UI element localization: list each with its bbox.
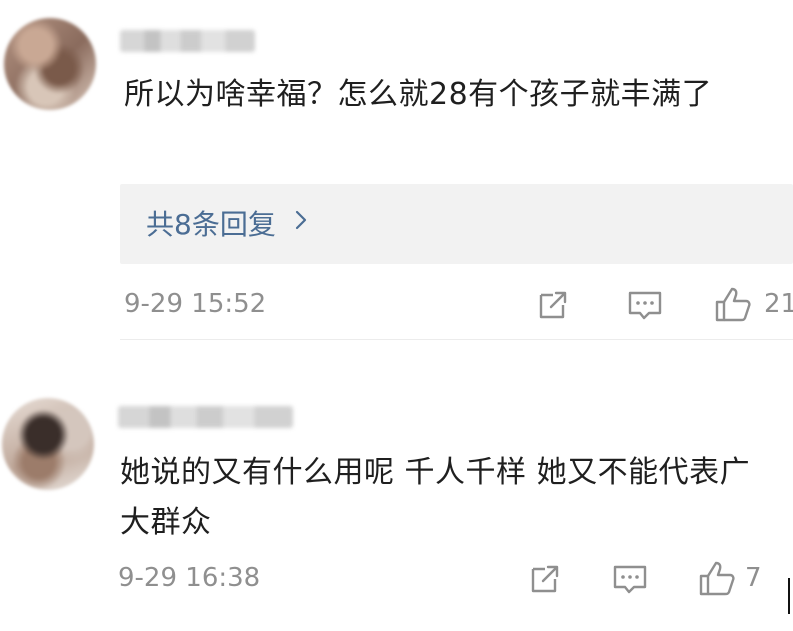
username-blurred[interactable] — [120, 30, 255, 52]
reply-button[interactable] — [625, 285, 665, 325]
user-avatar[interactable] — [4, 18, 96, 110]
like-count: 21 — [764, 289, 793, 319]
share-button[interactable] — [533, 285, 573, 325]
username-blurred[interactable] — [118, 406, 293, 428]
comment-text: 所以为啥幸福？怎么就28有个孩子就丰满了 — [124, 77, 713, 112]
comment-timestamp: 9-29 15:52 — [124, 289, 267, 319]
share-icon — [539, 291, 567, 319]
comment-meta-row: 9-29 15:52 21 — [0, 285, 793, 325]
user-avatar[interactable] — [2, 398, 94, 490]
comment-timestamp: 9-29 16:38 — [118, 563, 261, 593]
share-icon — [531, 565, 559, 593]
comment-item: 她说的又有什么用呢 千人千样 她又不能代表广大群众 9-29 16:38 7 — [0, 340, 793, 631]
scrollbar-edge — [788, 578, 790, 614]
comment-meta-row: 9-29 16:38 7 — [0, 559, 793, 599]
share-button[interactable] — [525, 559, 565, 599]
comment-text: 她说的又有什么用呢 千人千样 她又不能代表广大群众 — [120, 455, 751, 540]
thumbs-up-icon — [715, 287, 751, 322]
reply-button[interactable] — [610, 559, 650, 599]
thumbs-up-icon — [699, 561, 735, 596]
view-replies-link[interactable]: 共8条回复 — [146, 205, 308, 241]
comment-icon — [613, 565, 647, 594]
comment-item: 所以为啥幸福？怎么就28有个孩子就丰满了 共8条回复 9-29 15:52 21 — [0, 0, 793, 340]
view-replies-label: 共8条回复 — [146, 208, 276, 241]
replies-box: 共8条回复 — [120, 184, 793, 264]
comment-icon — [628, 291, 662, 320]
chevron-right-icon — [294, 209, 308, 237]
like-button[interactable] — [697, 559, 737, 599]
like-button[interactable] — [713, 285, 753, 325]
like-count: 7 — [745, 563, 762, 593]
